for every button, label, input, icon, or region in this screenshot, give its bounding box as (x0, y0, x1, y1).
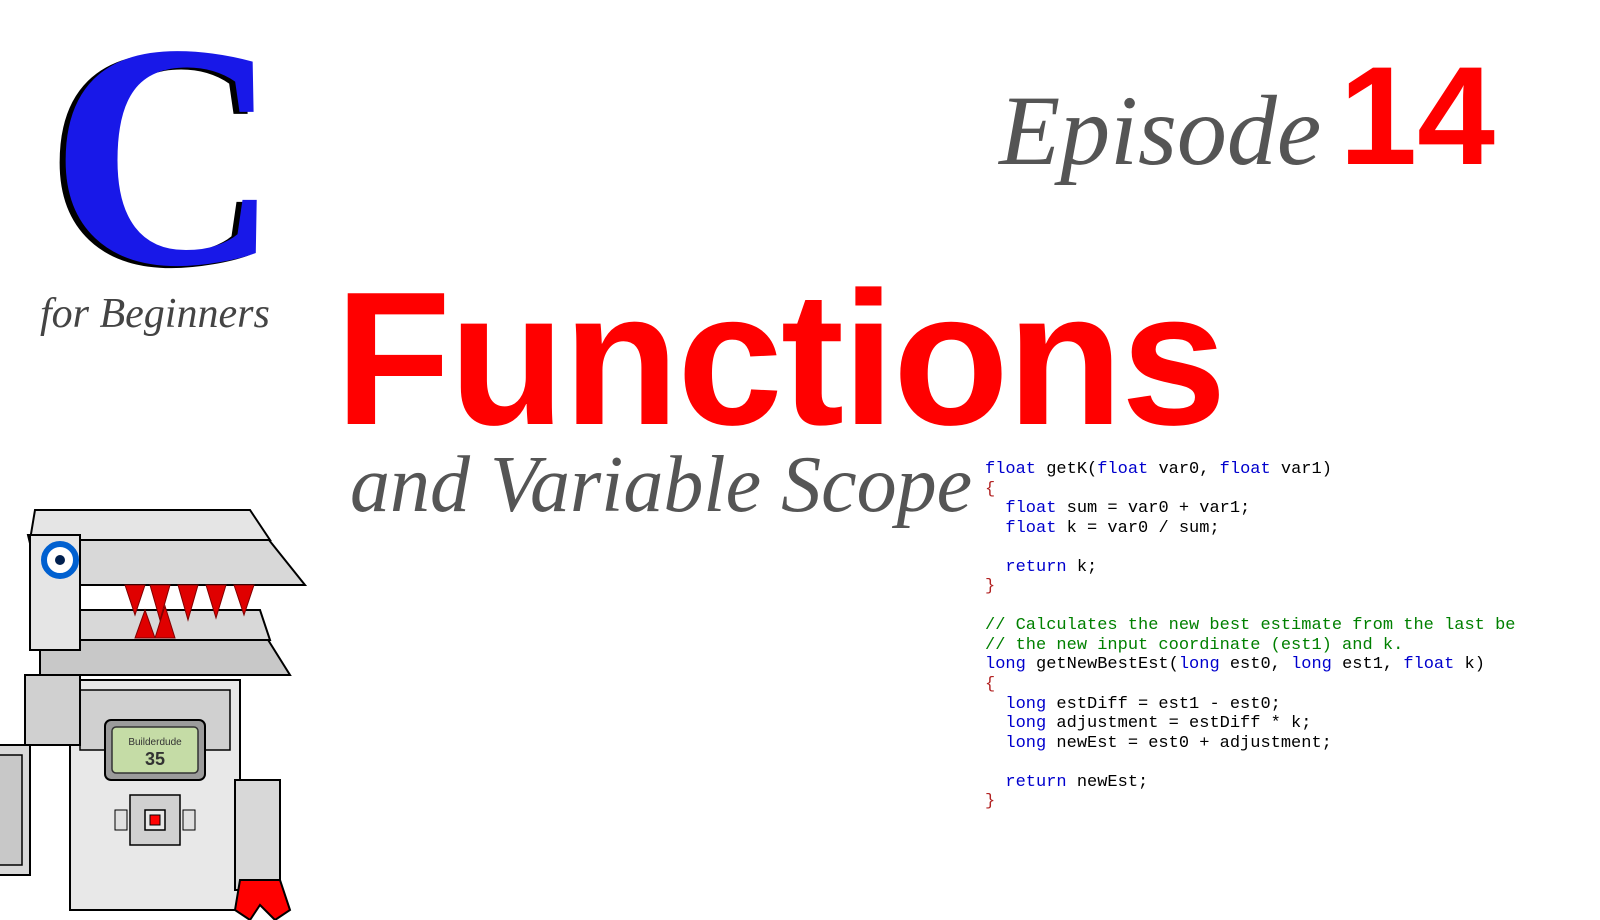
episode-word: Episode (999, 73, 1321, 188)
main-title: Functions (335, 250, 1225, 468)
svg-text:35: 35 (145, 749, 165, 769)
subtitle: and Variable Scope (350, 440, 972, 531)
episode-label: Episode 14 (999, 35, 1495, 197)
robot-mascot-icon: Builderdude 35 (0, 480, 330, 920)
code-snippet: float getK(float var0, float var1) { flo… (985, 460, 1600, 812)
episode-number: 14 (1339, 35, 1495, 197)
logo-subtitle: for Beginners (40, 290, 270, 338)
svg-text:Builderdude: Builderdude (128, 737, 182, 748)
logo-letter: C (50, 20, 271, 292)
